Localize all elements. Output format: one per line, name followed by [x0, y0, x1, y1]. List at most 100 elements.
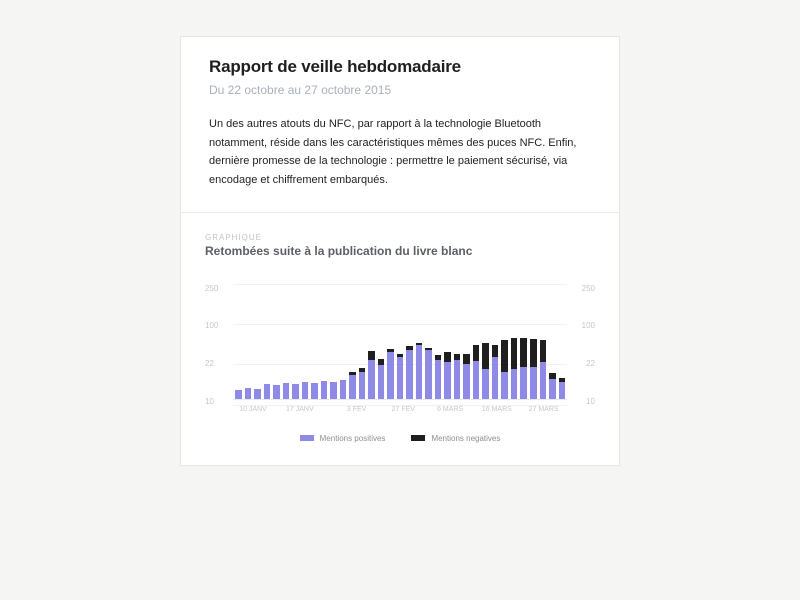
y-tick: 250 [573, 284, 595, 293]
x-tick: 10 JANV [239, 406, 267, 413]
bar-segment-positive [559, 382, 566, 399]
bar-segment-negative [511, 338, 518, 370]
bar [245, 388, 252, 399]
bar-segment-positive [463, 364, 470, 399]
bar-segment-positive [540, 362, 547, 399]
legend-swatch-positive [300, 435, 314, 441]
y-tick: 100 [573, 321, 595, 330]
chart-title: Retombées suite à la publication du livr… [205, 244, 595, 258]
y-tick: 22 [205, 359, 227, 368]
y-tick: 10 [573, 397, 595, 406]
bar-segment-negative [463, 354, 470, 364]
bar-segment-positive [321, 381, 328, 399]
bar [292, 384, 299, 399]
bar-segment-positive [416, 345, 423, 399]
bar-segment-negative [530, 339, 537, 367]
plot-area: 10 JANV17 JANV3 FEV27 FEV6 MARS16 MARS27… [233, 284, 567, 424]
y-tick: 100 [205, 321, 227, 330]
bar [482, 343, 489, 399]
bar-segment-positive [368, 360, 375, 399]
report-body: Un des autres atouts du NFC, par rapport… [181, 115, 619, 212]
bar-segment-positive [378, 365, 385, 399]
bar-segment-positive [235, 390, 242, 399]
bar [235, 390, 242, 399]
bar-segment-positive [397, 357, 404, 398]
bar [387, 349, 394, 399]
bar [425, 348, 432, 399]
bar-segment-positive [254, 389, 261, 399]
bar [463, 354, 470, 399]
bar-segment-positive [549, 379, 556, 399]
bar [273, 385, 280, 399]
bar [540, 340, 547, 399]
bar [397, 354, 404, 398]
bar-segment-positive [454, 360, 461, 399]
x-tick: 6 MARS [437, 406, 463, 413]
y-tick: 22 [573, 359, 595, 368]
bar [416, 343, 423, 399]
bar-segment-positive [501, 372, 508, 399]
bar-segment-positive [340, 380, 347, 399]
report-date-range: Du 22 octobre au 27 octobre 2015 [209, 83, 591, 97]
bar-segment-positive [444, 362, 451, 399]
bar-segment-positive [406, 350, 413, 399]
bar-segment-negative [540, 340, 547, 362]
bar-segment-positive [245, 388, 252, 399]
bar-segment-negative [473, 345, 480, 361]
bar [473, 345, 480, 399]
x-axis-labels: 10 JANV17 JANV3 FEV27 FEV6 MARS16 MARS27… [233, 406, 567, 424]
chart-legend: Mentions positives Mentions negatives [205, 434, 595, 443]
bar [444, 352, 451, 398]
bar [549, 373, 556, 398]
bar-segment-positive [511, 369, 518, 398]
bar-segment-negative [368, 351, 375, 360]
legend-item-positive: Mentions positives [300, 434, 386, 443]
bar-segment-positive [359, 372, 366, 399]
report-title: Rapport de veille hebdomadaire [209, 57, 591, 77]
bar [302, 382, 309, 399]
report-card: Rapport de veille hebdomadaire Du 22 oct… [180, 36, 620, 466]
bar-segment-positive [425, 350, 432, 399]
bar-segment-positive [492, 357, 499, 398]
bar-segment-positive [311, 383, 318, 399]
bar-segment-positive [387, 352, 394, 398]
x-tick: 16 MARS [482, 406, 512, 413]
chart-overline: GRAPHIQUE [205, 233, 595, 242]
bar [559, 378, 566, 399]
bar-segment-positive [330, 382, 337, 399]
bar-segment-positive [349, 375, 356, 398]
bar [264, 384, 271, 399]
bar-segment-negative [520, 338, 527, 367]
bar-segment-negative [492, 345, 499, 357]
bar [378, 359, 385, 399]
bar [254, 389, 261, 399]
legend-swatch-negative [411, 435, 425, 441]
bar-segment-positive [283, 383, 290, 399]
bar-segment-negative [501, 340, 508, 372]
y-axis-left: 2501002210 [205, 284, 227, 424]
x-tick: 17 JANV [286, 406, 314, 413]
report-header: Rapport de veille hebdomadaire Du 22 oct… [181, 37, 619, 115]
bar [520, 338, 527, 399]
bar-segment-positive [520, 367, 527, 399]
y-tick: 10 [205, 397, 227, 406]
bar [349, 372, 356, 398]
bar-segment-negative [482, 343, 489, 370]
bar [501, 340, 508, 399]
y-axis-right: 250 100 22 10 [573, 284, 595, 424]
bar [492, 345, 499, 399]
x-tick: 27 MARS [529, 406, 559, 413]
bar [340, 380, 347, 399]
bar [530, 339, 537, 399]
legend-label-negative: Mentions negatives [431, 434, 500, 443]
bar [330, 382, 337, 399]
bar [406, 346, 413, 399]
legend-label-positive: Mentions positives [320, 434, 386, 443]
bar-segment-positive [302, 382, 309, 399]
bar [359, 368, 366, 399]
bar-segment-positive [435, 360, 442, 399]
bar-segment-negative [444, 352, 451, 362]
bar-segment-positive [292, 384, 299, 399]
legend-item-negative: Mentions negatives [411, 434, 500, 443]
bar-segment-positive [473, 361, 480, 399]
